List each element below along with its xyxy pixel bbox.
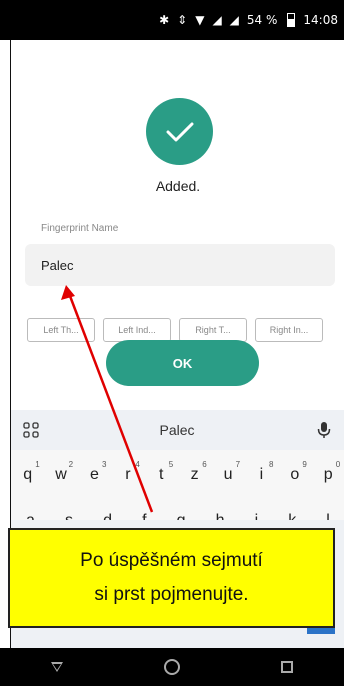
key-p[interactable]: p0 bbox=[314, 460, 342, 484]
key-q[interactable]: q1 bbox=[14, 460, 42, 484]
keyboard-row-asdf: a s d f g h j k l bbox=[11, 500, 344, 520]
key-s[interactable]: s bbox=[65, 512, 73, 520]
keyboard-row-qwertz: q1 w2 e3 r4 t5 z6 u7 i8 o9 p0 bbox=[11, 450, 344, 500]
key-r[interactable]: r4 bbox=[114, 460, 142, 484]
key-i[interactable]: i8 bbox=[247, 460, 275, 484]
key-t[interactable]: t5 bbox=[147, 460, 175, 484]
success-message: Added. bbox=[155, 178, 201, 194]
key-z[interactable]: z6 bbox=[181, 460, 209, 484]
key-j[interactable]: j bbox=[255, 512, 259, 520]
key-u[interactable]: u7 bbox=[214, 460, 242, 484]
recents-icon[interactable] bbox=[281, 661, 294, 673]
chip-right-thumb[interactable]: Right T... bbox=[179, 318, 247, 342]
key-a[interactable]: a bbox=[26, 512, 35, 520]
key-f[interactable]: f bbox=[142, 512, 146, 520]
key-d[interactable]: d bbox=[103, 512, 112, 520]
ok-button[interactable]: OK bbox=[106, 340, 259, 386]
key-l[interactable]: l bbox=[326, 512, 330, 520]
clock: 14:08 bbox=[303, 13, 338, 27]
keyboard-suggestion-bar: Palec bbox=[11, 410, 344, 450]
wifi-icon: ▼ bbox=[195, 13, 205, 27]
fingerprint-name-input[interactable]: Palec bbox=[25, 244, 335, 286]
key-w[interactable]: w2 bbox=[47, 460, 75, 484]
home-icon[interactable] bbox=[163, 659, 180, 675]
status-bar: ✱ ⇕ ▼ ◢ ◢ 54 % 14:08 bbox=[0, 0, 344, 40]
battery-text: 54 % bbox=[246, 13, 278, 27]
signal-icon: ◢ bbox=[212, 13, 222, 27]
navigation-bar bbox=[0, 648, 344, 686]
vibrate-icon: ⇕ bbox=[177, 13, 188, 27]
callout-line-2: si prst pojmenujte. bbox=[94, 584, 249, 605]
chip-left-index[interactable]: Left Ind... bbox=[103, 318, 171, 342]
key-e[interactable]: e3 bbox=[80, 460, 108, 484]
checkmark-icon bbox=[166, 122, 193, 141]
key-h[interactable]: h bbox=[216, 512, 225, 520]
chip-left-thumb[interactable]: Left Th... bbox=[27, 318, 95, 342]
fingerprint-name-value: Palec bbox=[41, 257, 74, 273]
keyboard-suggestion-word[interactable]: Palec bbox=[159, 422, 194, 438]
apps-grid-icon[interactable] bbox=[23, 422, 39, 438]
name-suggestion-chips: Left Th... Left Ind... Right T... Right … bbox=[27, 318, 339, 342]
chip-right-index[interactable]: Right In... bbox=[255, 318, 323, 342]
fingerprint-name-label: Fingerprint Name bbox=[41, 223, 119, 234]
success-icon bbox=[146, 98, 213, 165]
key-k[interactable]: k bbox=[288, 512, 296, 520]
battery-icon bbox=[287, 13, 296, 27]
bluetooth-icon: ✱ bbox=[159, 13, 170, 27]
key-g[interactable]: g bbox=[177, 512, 186, 520]
back-icon[interactable] bbox=[50, 662, 63, 672]
key-o[interactable]: o9 bbox=[281, 460, 309, 484]
instruction-callout: Po úspěšném sejmutí si prst pojmenujte. bbox=[8, 528, 335, 628]
phone-frame: ✱ ⇕ ▼ ◢ ◢ 54 % 14:08 Added. Fingerprint … bbox=[0, 0, 344, 686]
callout-line-1: Po úspěšném sejmutí bbox=[80, 550, 263, 571]
signal-icon: ◢ bbox=[229, 13, 239, 27]
microphone-icon[interactable] bbox=[315, 421, 333, 439]
